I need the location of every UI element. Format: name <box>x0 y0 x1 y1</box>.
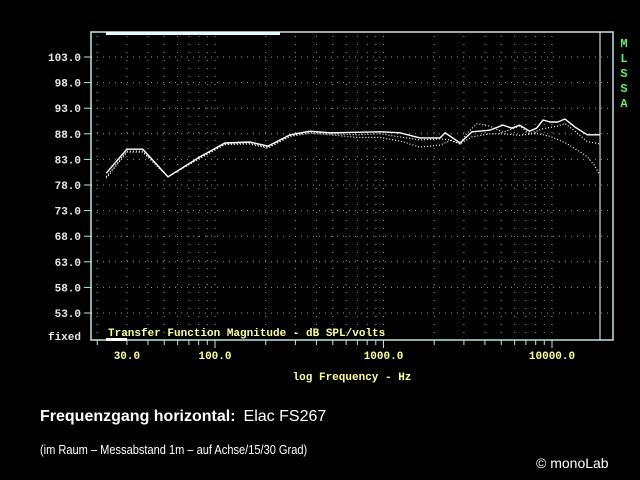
y-tick-label: 58.0 <box>55 283 81 295</box>
side-label-letter: M <box>620 37 627 51</box>
side-label-letter: L <box>620 52 627 66</box>
y-tick-label: 98.0 <box>55 79 81 91</box>
y-tick-label: 78.0 <box>55 181 81 193</box>
x-tick-label: 30.0 <box>114 351 140 363</box>
y-tick-label: 103.0 <box>48 53 81 65</box>
x-axis-label: log Frequency - Hz <box>293 372 412 384</box>
y-tick-label: 63.0 <box>55 258 81 270</box>
y-scale-mode-label: fixed <box>48 332 81 344</box>
caption-title-bold: Frequenzgang horizontal: <box>40 408 236 425</box>
y-tick-label: 68.0 <box>55 232 81 244</box>
x-tick-label: 100.0 <box>198 351 231 363</box>
copyright: © monoLab <box>536 455 609 471</box>
plot-frame <box>90 31 614 341</box>
y-tick-label: 73.0 <box>55 207 81 219</box>
side-label-letter: S <box>620 67 627 81</box>
series-line-0 <box>105 118 600 178</box>
top-range-bar <box>106 32 280 35</box>
x-tick-label: 1000.0 <box>364 351 404 363</box>
y-tick-label: 53.0 <box>55 309 81 321</box>
caption-title: Frequenzgang horizontal: Elac FS267 <box>40 408 326 426</box>
caption-subtitle: (im Raum – Messabstand 1m – auf Achse/15… <box>40 442 308 457</box>
chart-title: Transfer Function Magnitude - dB SPL/vol… <box>108 328 385 340</box>
measurement-screen: 103.0 98.0 93.0 88.0 83.0 78.0 73.0 68.0 63.0 58.… <box>0 0 640 480</box>
x-tick-label: 10000.0 <box>529 351 575 363</box>
caption-model: Elac FS267 <box>243 408 327 425</box>
y-tick-label: 93.0 <box>55 104 81 116</box>
side-label-letter: A <box>620 97 628 111</box>
side-label-letter: S <box>620 82 627 96</box>
y-tick-label: 83.0 <box>55 155 81 167</box>
y-tick-label: 88.0 <box>55 130 81 142</box>
